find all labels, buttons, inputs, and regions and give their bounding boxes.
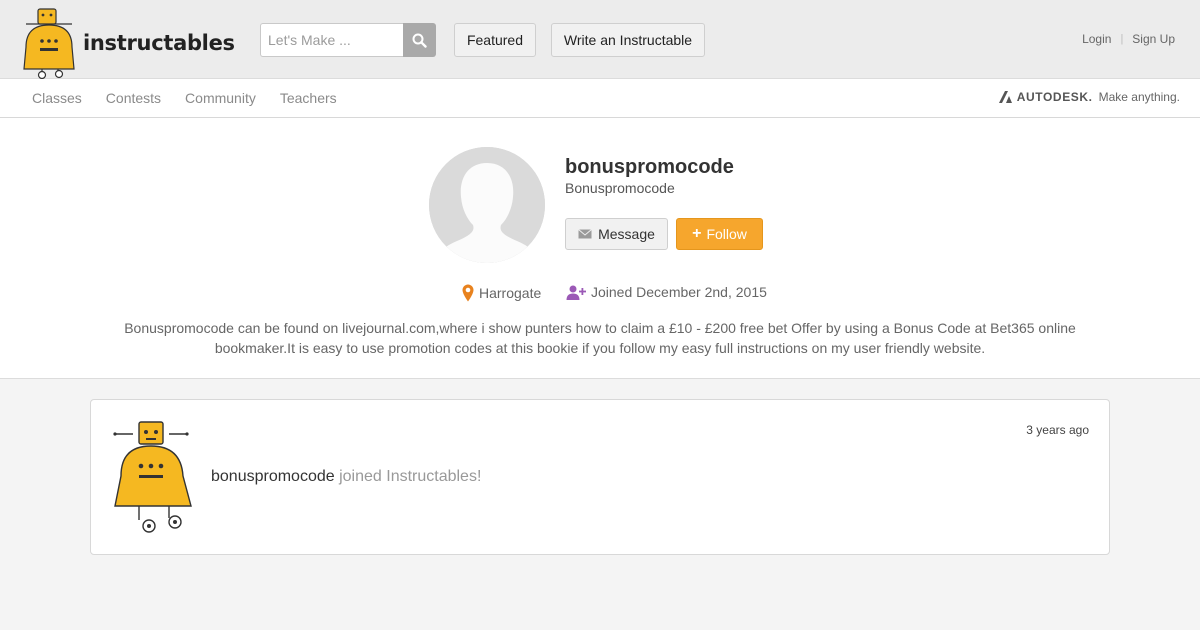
- auth-links: Login | Sign Up: [1082, 32, 1175, 46]
- nav-classes[interactable]: Classes: [32, 90, 82, 106]
- search-button[interactable]: [403, 23, 436, 57]
- activity-text: bonuspromocode joined Instructables!: [211, 468, 481, 486]
- site-logo[interactable]: instructables: [18, 8, 235, 79]
- follow-button[interactable]: + Follow: [676, 218, 763, 250]
- default-avatar-icon: [429, 147, 545, 263]
- search-bar: [260, 23, 436, 57]
- message-button[interactable]: Message: [565, 218, 668, 250]
- joined-text: Joined December 2nd, 2015: [591, 284, 767, 300]
- profile-header: bonuspromocode Bonuspromocode Message + …: [0, 118, 1200, 379]
- autodesk-logo-icon: [998, 91, 1012, 103]
- nav-teachers[interactable]: Teachers: [280, 90, 337, 106]
- profile-username: bonuspromocode: [565, 156, 734, 178]
- robot-logo-icon: [23, 8, 75, 79]
- write-instructable-button[interactable]: Write an Instructable: [551, 23, 705, 57]
- autodesk-name: AUTODESK.: [1016, 90, 1093, 104]
- robot-icon: [113, 421, 192, 533]
- message-label: Message: [598, 226, 655, 242]
- signup-link[interactable]: Sign Up: [1132, 32, 1175, 46]
- activity-timestamp: 3 years ago: [1026, 423, 1089, 437]
- user-plus-icon: [566, 285, 586, 300]
- nav-contests[interactable]: Contests: [106, 90, 161, 106]
- sub-navigation: Classes Contests Community Teachers AUTO…: [0, 79, 1200, 118]
- activity-card: 3 years ago bonuspromocode joined Instru…: [90, 399, 1110, 555]
- profile-bio: Bonuspromocode can be found on livejourn…: [124, 320, 1076, 356]
- search-icon: [412, 33, 427, 48]
- nav-community[interactable]: Community: [185, 90, 256, 106]
- location-text: Harrogate: [479, 285, 542, 301]
- login-link[interactable]: Login: [1082, 32, 1111, 46]
- auth-separator: |: [1120, 33, 1124, 45]
- location-pin-icon: [462, 284, 474, 302]
- autodesk-tagline: Make anything.: [1098, 90, 1180, 104]
- site-header: instructables Featured Write an Instruct…: [0, 0, 1200, 79]
- follow-label: Follow: [706, 226, 747, 242]
- subnav-links: Classes Contests Community Teachers: [32, 90, 361, 106]
- profile-display-name: Bonuspromocode: [565, 180, 675, 196]
- plus-icon: +: [692, 225, 702, 242]
- profile-joined: Joined December 2nd, 2015: [566, 284, 767, 300]
- activity-user-link[interactable]: bonuspromocode: [211, 468, 335, 485]
- featured-button[interactable]: Featured: [454, 23, 536, 57]
- activity-action: joined Instructables!: [339, 468, 482, 485]
- avatar: [429, 147, 545, 263]
- profile-location: Harrogate: [462, 284, 541, 302]
- envelope-icon: [578, 229, 592, 239]
- search-input[interactable]: [260, 23, 403, 57]
- logo-text: instructables: [83, 31, 235, 55]
- autodesk-branding[interactable]: AUTODESK. Make anything.: [998, 90, 1180, 104]
